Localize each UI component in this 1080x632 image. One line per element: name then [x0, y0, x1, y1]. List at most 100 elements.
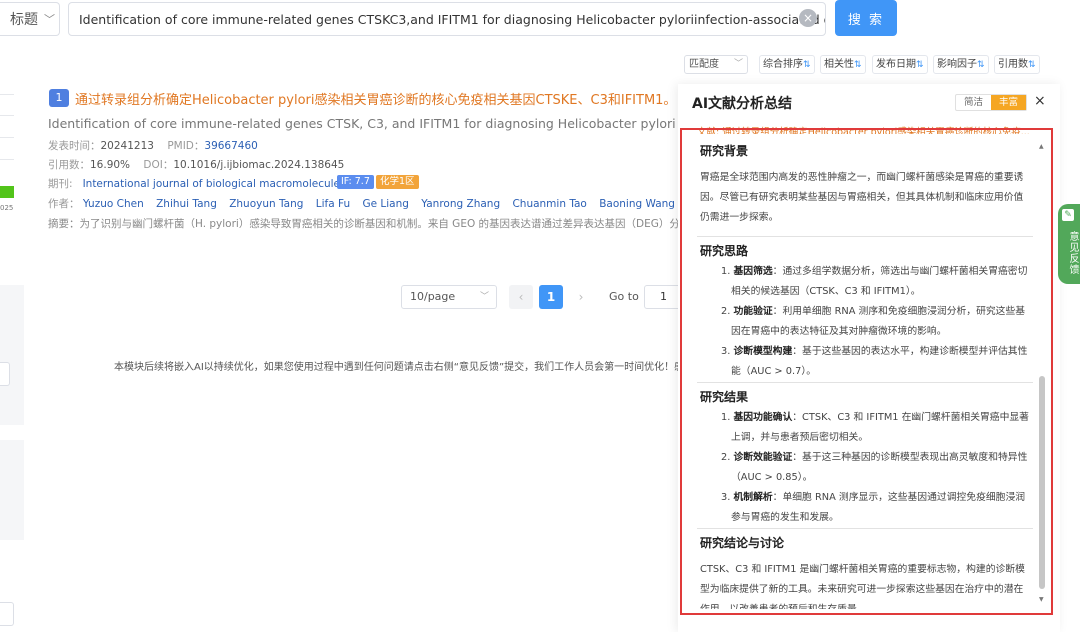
sidebar-divider [0, 94, 14, 95]
page-1-button[interactable]: 1 [539, 285, 563, 309]
section-background: 研究背景 胃癌是全球范围内高发的恶性肿瘤之一，而幽门螺杆菌感染是胃癌的重要诱因。… [697, 137, 1033, 236]
pmid-link[interactable]: 39667460 [204, 140, 257, 152]
sort-label: 影响因子 [937, 59, 977, 70]
goto-label: Go to [609, 290, 639, 303]
sidebar-divider [0, 137, 14, 138]
author-link[interactable]: Zhihui Tang [156, 198, 217, 210]
page-size-select[interactable]: 10/page ﹀ [401, 285, 497, 309]
result-journal-meta: 期刊: International journal of biological … [48, 176, 346, 191]
sort-comprehensive-button[interactable]: 综合排序⇅ [759, 55, 815, 74]
journal-label: 期刊: [48, 178, 73, 190]
sidebar-divider [0, 159, 14, 160]
author-link[interactable]: Yuzuo Chen [83, 198, 144, 210]
author-link[interactable]: Baoning Wang [599, 198, 675, 210]
sort-impact-button[interactable]: 影响因子⇅ [933, 55, 989, 74]
sidebar-input[interactable] [0, 602, 14, 626]
result-title-link[interactable]: 通过转录组分析确定Helicobacter pylori感染相关胃癌诊断的核心免… [75, 89, 676, 108]
sort-label: 综合排序 [763, 59, 803, 70]
section-heading: 研究思路 [700, 244, 749, 258]
sidebar-divider [0, 115, 14, 116]
sort-arrows-icon: ⇅ [803, 60, 811, 70]
list-item: 3. 机制解析：单细胞 RNA 测序显示，这些基因通过调控免疫细胞浸润参与胃癌的… [721, 492, 1026, 523]
doi-value: 10.1016/j.ijbiomac.2024.138645 [173, 159, 345, 171]
sort-label: 发布日期 [876, 59, 916, 70]
edit-icon: ✎ [1062, 209, 1074, 221]
section-text: 胃癌是全球范围内高发的恶性肿瘤之一，而幽门螺杆菌感染是胃癌的重要诱因。尽管已有研… [700, 172, 1024, 223]
author-link[interactable]: Ge Liang [362, 198, 408, 210]
sort-arrows-icon: ⇅ [977, 60, 985, 70]
list-item: 2. 诊断效能验证：基于这三种基因的诊断模型表现出高灵敏度和特异性（AUC > … [721, 452, 1028, 483]
match-select[interactable]: 匹配度 ﹀ [684, 55, 748, 74]
section-approach: 研究思路 1. 基因筛选：通过多组学数据分析，筛选出与幽门螺杆菌相关胃癌密切相关… [697, 236, 1033, 382]
results-list: 1. 基因功能确认：CTSK、C3 和 IFITM1 在幽门螺杆菌相关胃癌中显著… [697, 408, 1033, 528]
author-link[interactable]: Lifa Fu [316, 198, 350, 210]
sidebar-panel [0, 285, 24, 425]
scrollbar-thumb[interactable] [1039, 376, 1045, 589]
search-input-value: Identification of core immune-related ge… [79, 11, 826, 27]
result-index-badge: 1 [49, 89, 69, 107]
author-link[interactable]: Zhuoyun Tang [229, 198, 303, 210]
pmid-label: PMID： [167, 140, 205, 152]
section-text: CTSK、C3 和 IFITM1 是幽门螺杆菌相关胃癌的重要标志物，构建的诊断模… [700, 564, 1025, 609]
authors-label: 作者： [48, 198, 80, 210]
author-link[interactable]: Chuanmin Tao [512, 198, 586, 210]
result-abstract: 摘要：为了识别与幽门螺杆菌（H. pylori）感染导致胃癌相关的诊断基因和机制… [48, 218, 678, 230]
doi-label: DOI： [143, 159, 174, 171]
cite-label: 引用数： [48, 159, 90, 171]
impact-factor-badge: IF: 7.7 [337, 175, 374, 189]
sort-label: 引用数 [998, 59, 1028, 70]
scroll-down-icon[interactable]: ▼ [1039, 596, 1044, 603]
sort-arrows-icon: ⇅ [1028, 60, 1036, 70]
sidebar-panel [0, 440, 24, 540]
list-item: 1. 基因功能确认：CTSK、C3 和 IFITM1 在幽门螺杆菌相关胃癌中显著… [721, 412, 1029, 443]
search-field-value: 标题 [10, 12, 38, 28]
list-item: 3. 诊断模型构建：基于这些基因的表达水平，构建诊断模型并评估其性能（AUC >… [721, 346, 1028, 377]
journal-link[interactable]: International journal of biological macr… [83, 178, 346, 190]
chevron-down-icon: ﹀ [479, 292, 489, 302]
match-select-value: 匹配度 [689, 59, 719, 70]
section-results: 研究结果 1. 基因功能确认：CTSK、C3 和 IFITM1 在幽门螺杆菌相关… [697, 382, 1033, 528]
result-title-en: Identification of core immune-related ge… [48, 116, 678, 131]
ai-panel-title: AI文献分析总结 [692, 96, 793, 112]
sort-citations-button[interactable]: 引用数⇅ [994, 55, 1040, 74]
detail-toggle[interactable]: 简洁 丰富 [955, 94, 1027, 111]
section-heading: 研究结果 [700, 390, 749, 404]
result-cite-meta: 引用数：16.90% DOI：10.1016/j.ijbiomac.2024.1… [48, 157, 344, 172]
sort-date-button[interactable]: 发布日期⇅ [872, 55, 928, 74]
section-heading: 研究结论与讨论 [700, 536, 785, 550]
sidebar-input[interactable] [0, 362, 10, 386]
quartile-badge: 化学1区 [376, 175, 419, 189]
toggle-rich[interactable]: 丰富 [991, 95, 1026, 110]
sort-arrows-icon: ⇅ [854, 60, 862, 70]
chevron-down-icon: ﹀ [44, 13, 55, 26]
sort-arrows-icon: ⇅ [916, 60, 924, 70]
pub-date-label: 发表时间： [48, 140, 101, 152]
result-authors: 作者： Yuzuo Chen Zhihui Tang Zhuoyun Tang … [48, 196, 684, 211]
notice-text: 本模块后续将嵌入AI以持续优化，如果您使用过程中遇到任何问题请点击右侧“意见反馈… [114, 362, 680, 373]
section-conclusion: 研究结论与讨论 CTSK、C3 和 IFITM1 是幽门螺杆菌相关胃癌的重要标志… [697, 528, 1033, 609]
cite-value: 16.90% [90, 159, 131, 171]
approach-list: 1. 基因筛选：通过多组学数据分析，筛选出与幽门螺杆菌相关胃癌密切相关的候选基因… [697, 262, 1033, 382]
section-heading: 研究背景 [700, 144, 749, 158]
result-pub-meta: 发表时间：20241213 PMID：39667460 [48, 138, 258, 153]
close-icon[interactable]: × [1034, 93, 1046, 109]
sort-relevance-button[interactable]: 相关性⇅ [820, 55, 866, 74]
pub-date: 20241213 [100, 140, 154, 152]
clear-icon[interactable]: × [799, 9, 817, 27]
author-link[interactable]: Yanrong Zhang [421, 198, 500, 210]
sort-label: 相关性 [824, 59, 854, 70]
sidebar-year-label: 025 [0, 204, 14, 212]
next-page-button[interactable]: › [569, 285, 593, 309]
scroll-up-icon[interactable]: ▲ [1039, 143, 1044, 150]
search-field-select[interactable]: 标题 ﹀ [0, 2, 60, 36]
chevron-down-icon: ﹀ [733, 59, 743, 69]
search-input[interactable]: Identification of core immune-related ge… [68, 2, 826, 36]
search-button[interactable]: 搜 索 [835, 0, 897, 36]
sidebar-year-bar [0, 186, 14, 198]
list-item: 2. 功能验证：利用单细胞 RNA 测序和免疫细胞浸润分析，研究这些基因在胃癌中… [721, 306, 1026, 337]
prev-page-button[interactable]: ‹ [509, 285, 533, 309]
ai-summary-content[interactable]: 研究背景 胃癌是全球范围内高发的恶性肿瘤之一，而幽门螺杆菌感染是胃癌的重要诱因。… [697, 137, 1033, 609]
toggle-brief[interactable]: 简洁 [956, 95, 991, 110]
list-item: 1. 基因筛选：通过多组学数据分析，筛选出与幽门螺杆菌相关胃癌密切相关的候选基因… [721, 266, 1028, 297]
page-size-value: 10/page [410, 290, 456, 303]
